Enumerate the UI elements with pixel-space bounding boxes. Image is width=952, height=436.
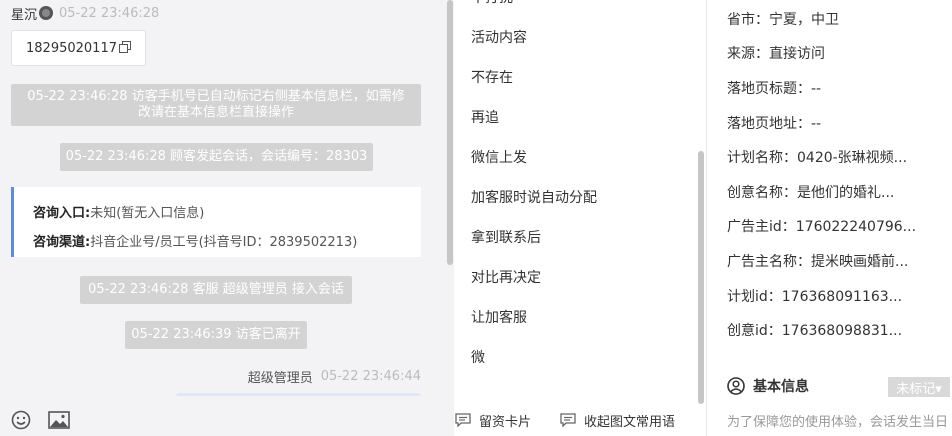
chat-scrollbar[interactable] <box>446 0 454 396</box>
entry-label: 咨询入口: <box>33 206 91 221</box>
chat-scrollbar-thumb[interactable] <box>447 0 453 265</box>
info-field-creative-name: 创意名称：是他们的婚礼... <box>727 185 895 201</box>
info-field-plan-name: 计划名称：0420-张琳视频... <box>727 150 908 166</box>
chat-panel: 星沉 05-22 23:46:28 18295020117 05-22 23:4… <box>0 0 454 436</box>
info-field-plan-id: 计划id：176368091163... <box>727 289 903 305</box>
system-message: 05-22 23:46:28 访客手机号已自动标记右侧基本信息栏，如需修改请在基… <box>11 84 421 126</box>
quick-reply-item[interactable]: 不存在 <box>471 68 513 88</box>
collapse-icon <box>560 413 576 428</box>
quick-reply-item[interactable]: 再追 <box>471 108 499 128</box>
quick-reply-item[interactable]: 让加客服 <box>471 308 527 328</box>
agent-message-bubble <box>176 393 421 396</box>
entry-row: 咨询入口: 未知(暂无入口信息) <box>33 197 421 226</box>
system-message: 05-22 23:46:28 顾客发起会话，会话编号：28303 <box>60 143 373 171</box>
quick-reply-item[interactable]: 微信上发 <box>471 148 527 168</box>
collapse-quick-replies-button[interactable]: 收起图文常用语 <box>560 404 675 436</box>
visitor-timestamp: 05-22 23:46:28 <box>59 5 160 21</box>
channel-label: 咨询渠道: <box>33 235 91 250</box>
phone-message-bubble: 18295020117 <box>11 30 146 66</box>
quick-reply-panel: 不打扰 活动内容 不存在 再追 微信上发 加客服时说自动分配 拿到联系后 对比再… <box>454 0 707 436</box>
visitor-avatar-icon <box>39 6 54 20</box>
visitor-info-panel: 省市：宁夏，中卫 来源：直接访问 落地页标题：-- 落地页地址：-- 计划名称：… <box>707 0 952 436</box>
info-field-advertiser-id: 广告主id：176022240796... <box>727 219 917 235</box>
basic-info-title: 基本信息 <box>753 379 809 395</box>
channel-value: 抖音企业号/员工号(抖音号ID：2839502213) <box>90 235 358 250</box>
info-card-label: 留资卡片 <box>479 414 532 430</box>
agent-name: 超级管理员 <box>247 370 313 386</box>
info-field-source: 来源：直接访问 <box>727 46 825 62</box>
image-icon[interactable] <box>48 409 70 431</box>
chat-messages[interactable]: 星沉 05-22 23:46:28 18295020117 05-22 23:4… <box>0 0 454 396</box>
user-icon <box>727 377 745 395</box>
quick-reply-footer: 留资卡片 收起图文常用语 <box>454 404 707 436</box>
info-field-advertiser-name: 广告主名称：提米映画婚前... <box>727 254 909 270</box>
info-field-landing-url: 落地页地址：-- <box>727 116 822 132</box>
quick-reply-scrollbar-thumb[interactable] <box>698 151 704 404</box>
info-field-creative-id: 创意id：176368098831... <box>727 323 903 339</box>
info-card-button[interactable]: 留资卡片 <box>455 404 531 436</box>
system-message: 05-22 23:46:39 访客已离开 <box>125 321 307 349</box>
quick-reply-scrollbar[interactable] <box>697 0 705 404</box>
quick-reply-item[interactable]: 微 <box>471 348 485 368</box>
copy-icon[interactable] <box>118 40 131 56</box>
entry-value: 未知(暂无入口信息) <box>90 206 205 221</box>
visitor-name: 星沉 <box>11 7 38 23</box>
quick-reply-item[interactable]: 拿到联系后 <box>471 228 541 248</box>
info-field-province: 省市：宁夏，中卫 <box>727 12 839 28</box>
chat-toolbar <box>0 404 454 436</box>
info-field-landing-title: 落地页标题：-- <box>727 81 822 97</box>
privacy-notice: 为了保障您的使用体验，会话发生当日 <box>727 415 947 430</box>
quick-reply-item[interactable]: 对比再决定 <box>471 268 541 288</box>
card-icon <box>455 413 471 428</box>
collapse-label: 收起图文常用语 <box>584 414 676 430</box>
quick-reply-item[interactable]: 活动内容 <box>471 28 527 48</box>
phone-number: 18295020117 <box>26 40 117 56</box>
emoji-icon[interactable] <box>10 409 32 431</box>
channel-row: 咨询渠道: 抖音企业号/员工号(抖音号ID：2839502213) <box>33 226 421 255</box>
entry-info-card: 咨询入口: 未知(暂无入口信息) 咨询渠道: 抖音企业号/员工号(抖音号ID：2… <box>11 187 421 257</box>
quick-reply-item[interactable]: 加客服时说自动分配 <box>471 188 597 208</box>
agent-timestamp: 05-22 23:46:44 <box>320 368 421 384</box>
system-message: 05-22 23:46:28 客服 超级管理员 接入会话 <box>80 276 352 304</box>
agent-header: 超级管理员 05-22 23:46:44 <box>247 367 421 386</box>
basic-info-heading: 基本信息 <box>727 376 809 396</box>
quick-reply-item[interactable]: 不打扰 <box>471 0 513 8</box>
tag-dropdown[interactable]: 未标记▾ <box>888 377 950 397</box>
visitor-header: 星沉 05-22 23:46:28 <box>11 4 160 23</box>
